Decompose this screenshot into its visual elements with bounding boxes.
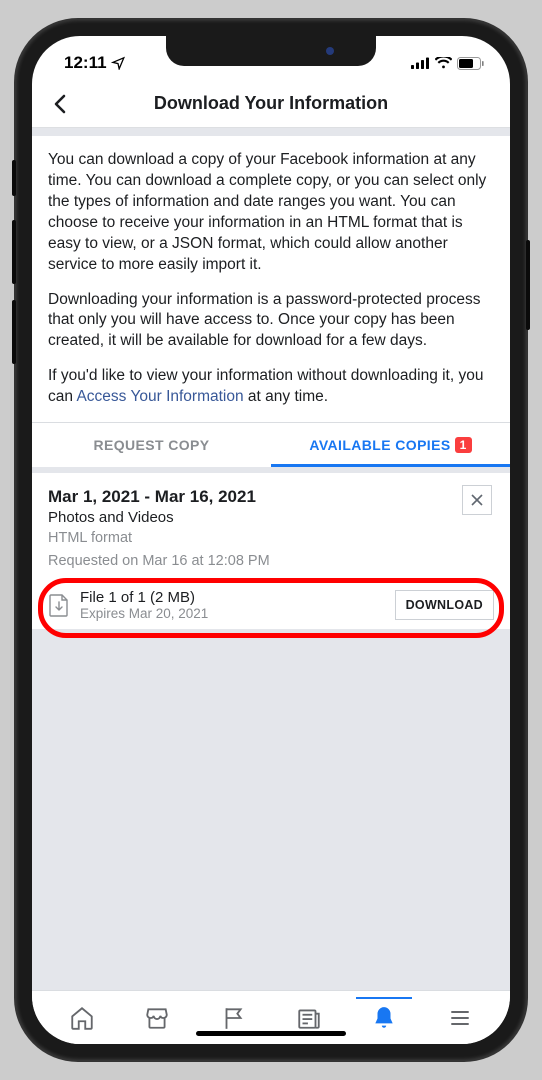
location-icon — [111, 56, 125, 70]
phone-frame: 12:11 Download Your Information You can … — [16, 20, 526, 1060]
file-name: File 1 of 1 (2 MB) — [80, 589, 385, 606]
copy-category: Photos and Videos — [48, 509, 494, 526]
file-download-icon — [48, 592, 70, 618]
tab-marketplace[interactable] — [137, 998, 177, 1038]
copy-format: HTML format — [48, 529, 494, 549]
tab-notifications[interactable] — [364, 998, 404, 1038]
divider — [32, 128, 510, 136]
tab-request-copy[interactable]: REQUEST COPY — [32, 423, 271, 467]
file-row: File 1 of 1 (2 MB) Expires Mar 20, 2021 … — [32, 581, 510, 629]
access-info-link[interactable]: Access Your Information — [76, 388, 243, 405]
power-button — [526, 240, 530, 330]
download-button[interactable]: DOWNLOAD — [395, 590, 494, 620]
page-title: Download Your Information — [154, 93, 388, 114]
screen: 12:11 Download Your Information You can … — [32, 36, 510, 1044]
tab-available-copies[interactable]: AVAILABLE COPIES 1 — [271, 423, 510, 467]
info-section: You can download a copy of your Facebook… — [32, 136, 510, 422]
wifi-icon — [435, 57, 452, 69]
tab-home[interactable] — [62, 998, 102, 1038]
volume-up-button — [12, 220, 16, 284]
copy-card: Mar 1, 2021 - Mar 16, 2021 Photos and Vi… — [32, 473, 510, 581]
menu-icon — [448, 1006, 472, 1030]
info-paragraph-1: You can download a copy of your Facebook… — [48, 150, 494, 276]
copy-requested: Requested on Mar 16 at 12:08 PM — [48, 552, 494, 572]
battery-icon — [457, 57, 484, 70]
info-paragraph-2: Downloading your information is a passwo… — [48, 290, 494, 353]
bell-icon — [371, 1005, 397, 1031]
home-icon — [69, 1005, 95, 1031]
close-icon — [470, 493, 484, 507]
file-expires: Expires Mar 20, 2021 — [80, 606, 385, 621]
info-paragraph-3: If you'd like to view your information w… — [48, 366, 494, 408]
home-indicator[interactable] — [196, 1031, 346, 1036]
close-button[interactable] — [462, 485, 492, 515]
news-icon — [296, 1005, 322, 1031]
tab-available-label: AVAILABLE COPIES — [309, 437, 450, 453]
mute-switch — [12, 160, 16, 196]
available-badge: 1 — [455, 437, 472, 453]
marketplace-icon — [144, 1005, 170, 1031]
back-button[interactable] — [44, 88, 76, 120]
signal-icon — [411, 57, 430, 69]
volume-down-button — [12, 300, 16, 364]
empty-area — [32, 629, 510, 990]
flag-icon — [220, 1005, 246, 1031]
page-header: Download Your Information — [32, 80, 510, 128]
tabs: REQUEST COPY AVAILABLE COPIES 1 — [32, 422, 510, 467]
chevron-left-icon — [54, 94, 66, 114]
tab-menu[interactable] — [440, 998, 480, 1038]
copy-date-range: Mar 1, 2021 - Mar 16, 2021 — [48, 487, 494, 507]
status-time: 12:11 — [64, 53, 107, 73]
notch — [166, 36, 376, 66]
